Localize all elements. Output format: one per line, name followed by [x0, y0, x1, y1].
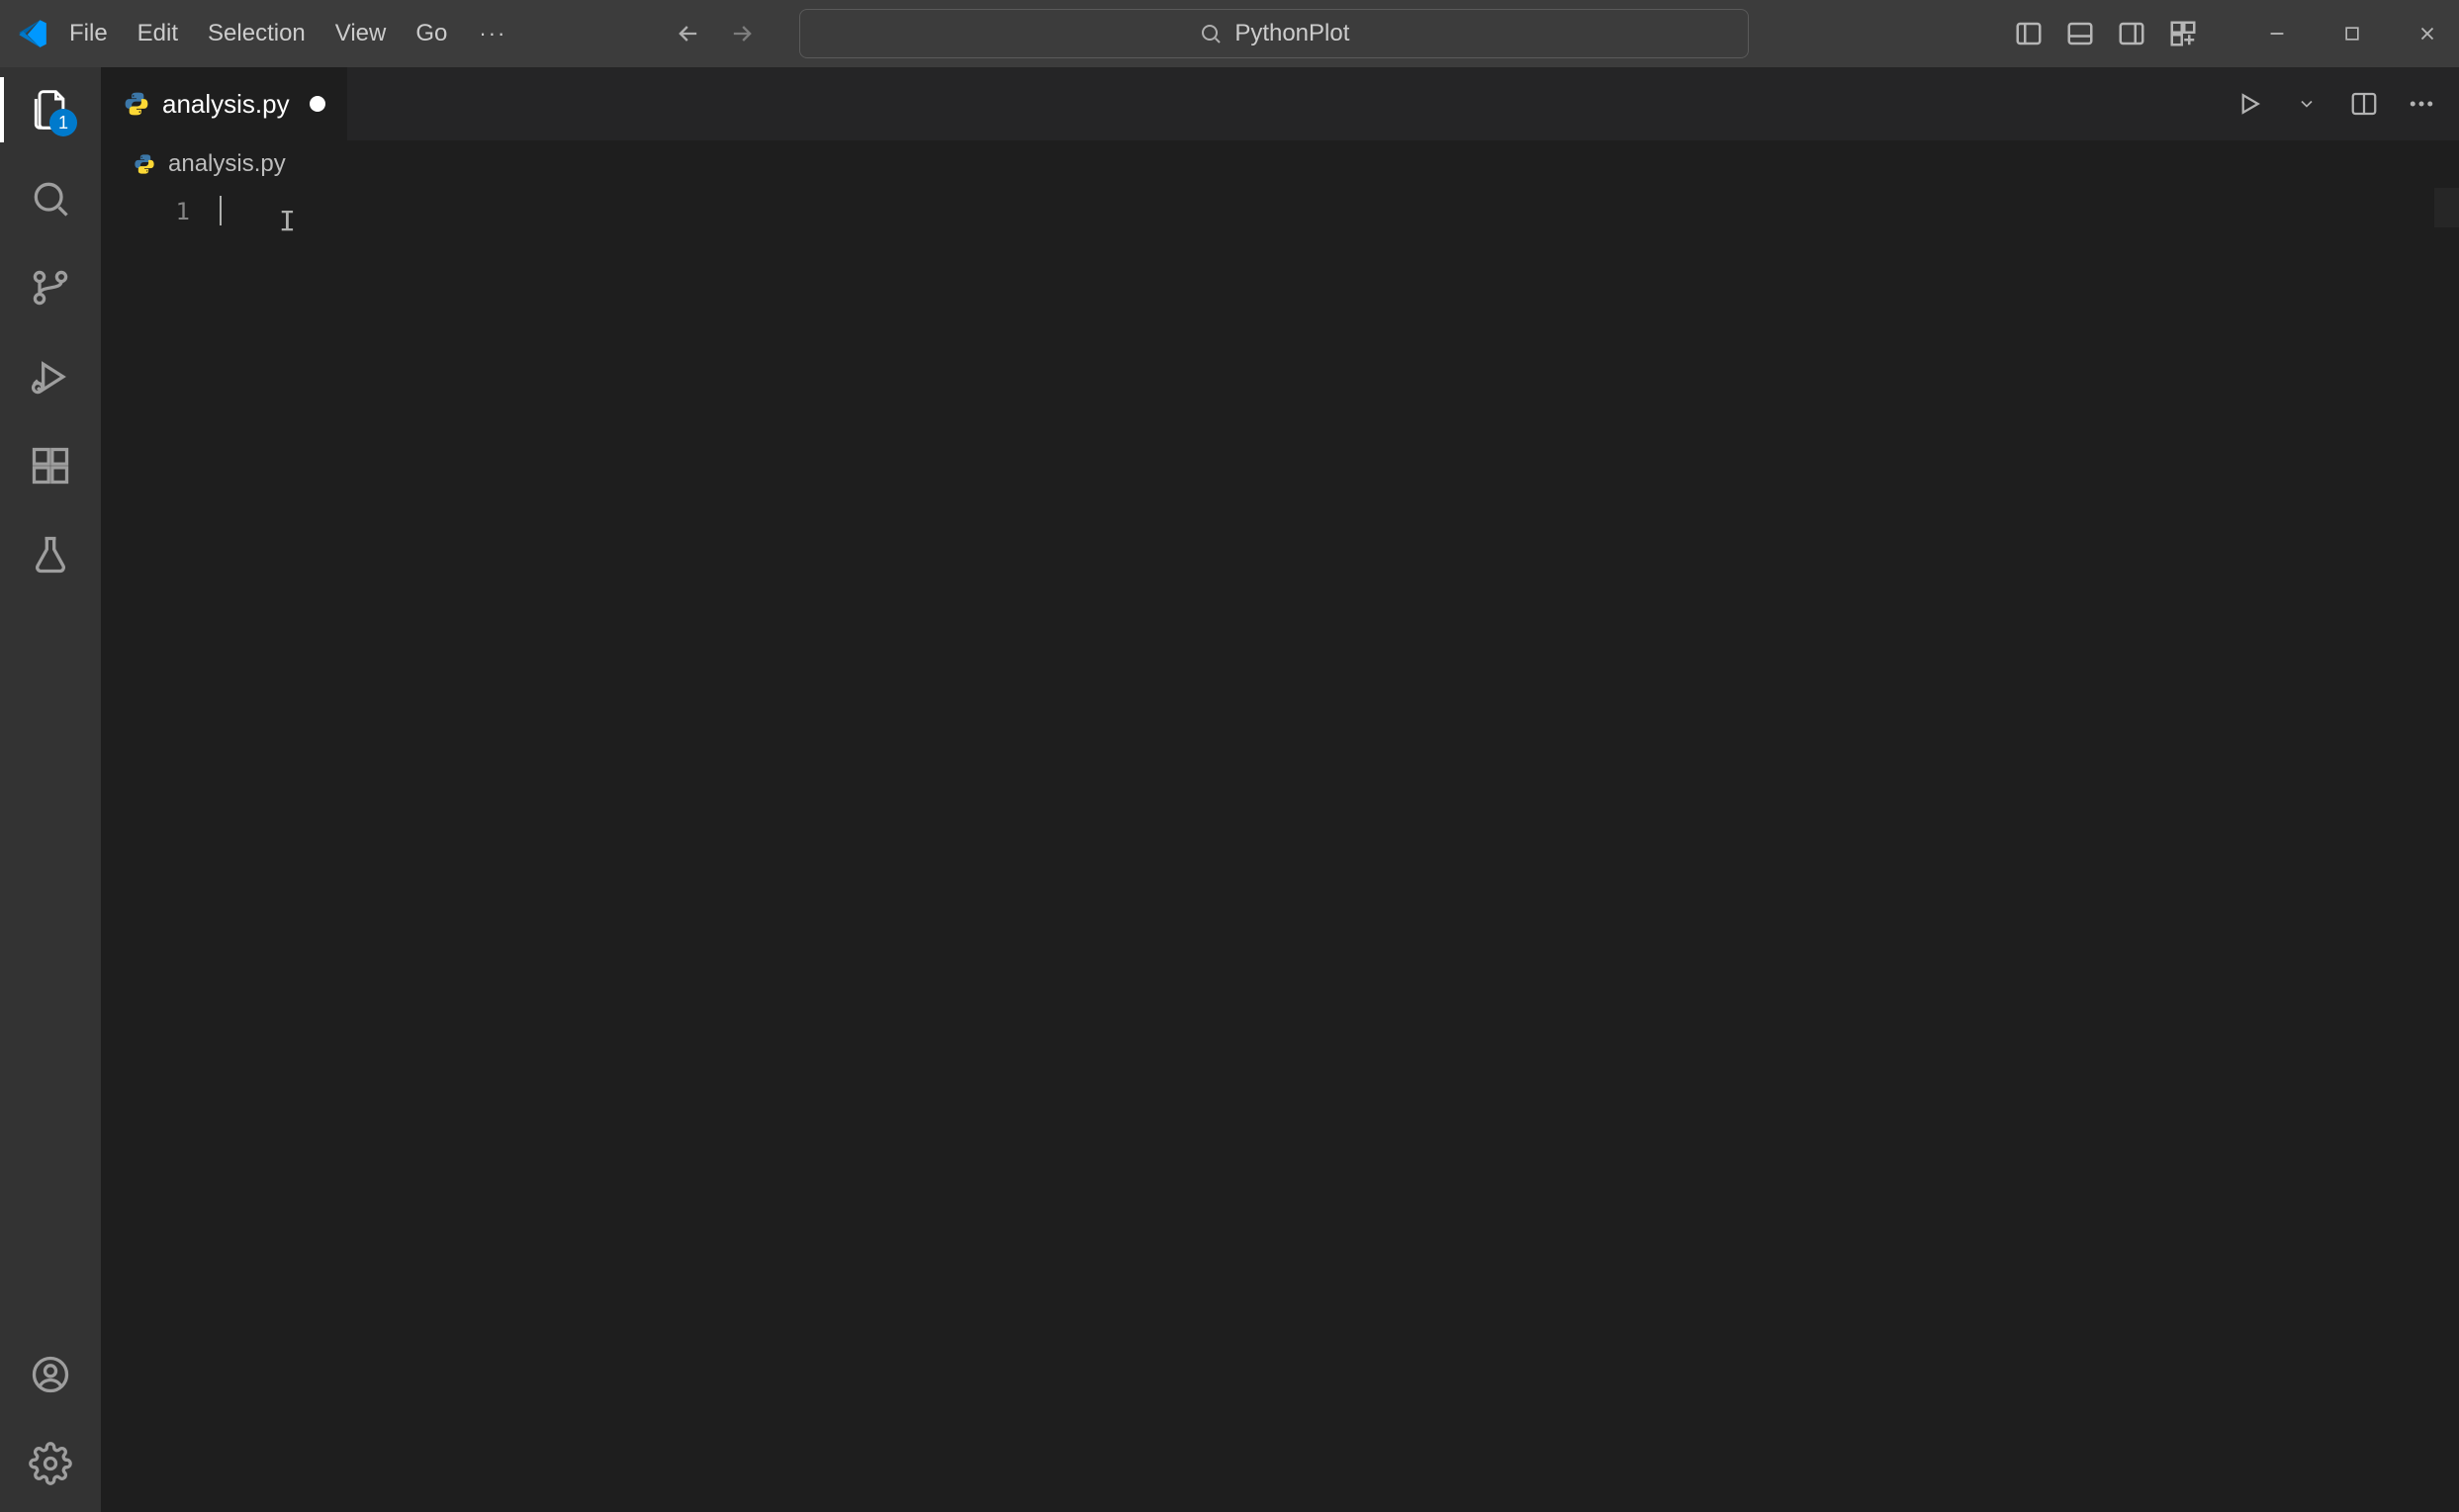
gutter: 1 — [101, 188, 220, 1512]
beaker-icon — [29, 533, 72, 577]
gear-icon — [29, 1442, 72, 1485]
command-center-search[interactable]: PythonPlot — [799, 9, 1749, 58]
layout-controls — [2010, 15, 2202, 52]
customize-layout-button[interactable] — [2164, 15, 2202, 52]
extensions-icon — [29, 444, 72, 488]
code-area: 1 I — [101, 188, 2459, 1512]
split-editor-button[interactable] — [2344, 84, 2384, 124]
activity-settings[interactable] — [22, 1435, 79, 1492]
nav-forward-button[interactable] — [724, 16, 760, 51]
toggle-primary-sidebar-button[interactable] — [2010, 15, 2048, 52]
vscode-app-icon — [14, 15, 51, 52]
activity-search[interactable] — [22, 170, 79, 227]
editor-area: analysis.py a — [101, 67, 2459, 1512]
toggle-panel-button[interactable] — [2061, 15, 2099, 52]
breadcrumb[interactable]: analysis.py — [101, 140, 2459, 188]
activity-run-debug[interactable] — [22, 348, 79, 405]
tabs-row: analysis.py — [101, 67, 2459, 140]
search-icon — [29, 177, 72, 221]
titlebar: File Edit Selection View Go ··· PythonPl… — [0, 0, 2459, 67]
search-text: PythonPlot — [1234, 20, 1349, 47]
minimap-slider[interactable] — [2434, 188, 2459, 227]
split-editor-icon — [2349, 89, 2379, 119]
branch-icon — [29, 266, 72, 310]
nav-back-button[interactable] — [671, 16, 706, 51]
code-editor[interactable]: I — [220, 188, 2433, 1512]
breadcrumb-text: analysis.py — [168, 150, 286, 178]
play-icon — [2234, 89, 2264, 119]
explorer-badge: 1 — [49, 109, 77, 136]
ellipsis-icon — [2407, 89, 2436, 119]
window-controls — [2255, 12, 2449, 55]
window-minimize-button[interactable] — [2255, 12, 2299, 55]
run-dropdown-button[interactable] — [2287, 84, 2326, 124]
code-line: I — [220, 194, 2433, 229]
toggle-secondary-sidebar-button[interactable] — [2113, 15, 2150, 52]
minimap[interactable] — [2433, 188, 2459, 1512]
editor-overflow-button[interactable] — [2402, 84, 2441, 124]
menu-view[interactable]: View — [331, 14, 391, 53]
window-close-button[interactable] — [2406, 12, 2449, 55]
activity-source-control[interactable] — [22, 259, 79, 316]
activity-explorer[interactable]: 1 — [22, 81, 79, 138]
run-button[interactable] — [2230, 84, 2269, 124]
python-file-icon — [123, 90, 150, 118]
search-icon — [1199, 22, 1223, 45]
activity-extensions[interactable] — [22, 437, 79, 494]
debug-icon — [29, 355, 72, 399]
titlebar-nav — [671, 16, 760, 51]
editor-actions — [2230, 67, 2459, 140]
menu-edit[interactable]: Edit — [134, 14, 182, 53]
tab-label: analysis.py — [162, 89, 290, 120]
python-file-icon — [133, 152, 156, 176]
i-beam-mouse-cursor-icon: I — [279, 204, 296, 239]
menu-selection[interactable]: Selection — [204, 14, 310, 53]
activity-accounts[interactable] — [22, 1346, 79, 1403]
activity-bar: 1 — [0, 67, 101, 1512]
account-icon — [29, 1353, 72, 1396]
main-area: 1 analysi — [0, 67, 2459, 1512]
text-cursor — [220, 196, 222, 225]
gutter-line-number: 1 — [101, 194, 190, 229]
window-maximize-button[interactable] — [2330, 12, 2374, 55]
chevron-down-icon — [2297, 94, 2317, 114]
menu-overflow[interactable]: ··· — [473, 15, 512, 52]
tab-analysis-py[interactable]: analysis.py — [101, 67, 348, 140]
menu-go[interactable]: Go — [411, 14, 451, 53]
main-menu: File Edit Selection View Go ··· — [65, 14, 512, 53]
activity-testing[interactable] — [22, 526, 79, 583]
menu-file[interactable]: File — [65, 14, 112, 53]
tab-dirty-indicator — [310, 96, 325, 112]
